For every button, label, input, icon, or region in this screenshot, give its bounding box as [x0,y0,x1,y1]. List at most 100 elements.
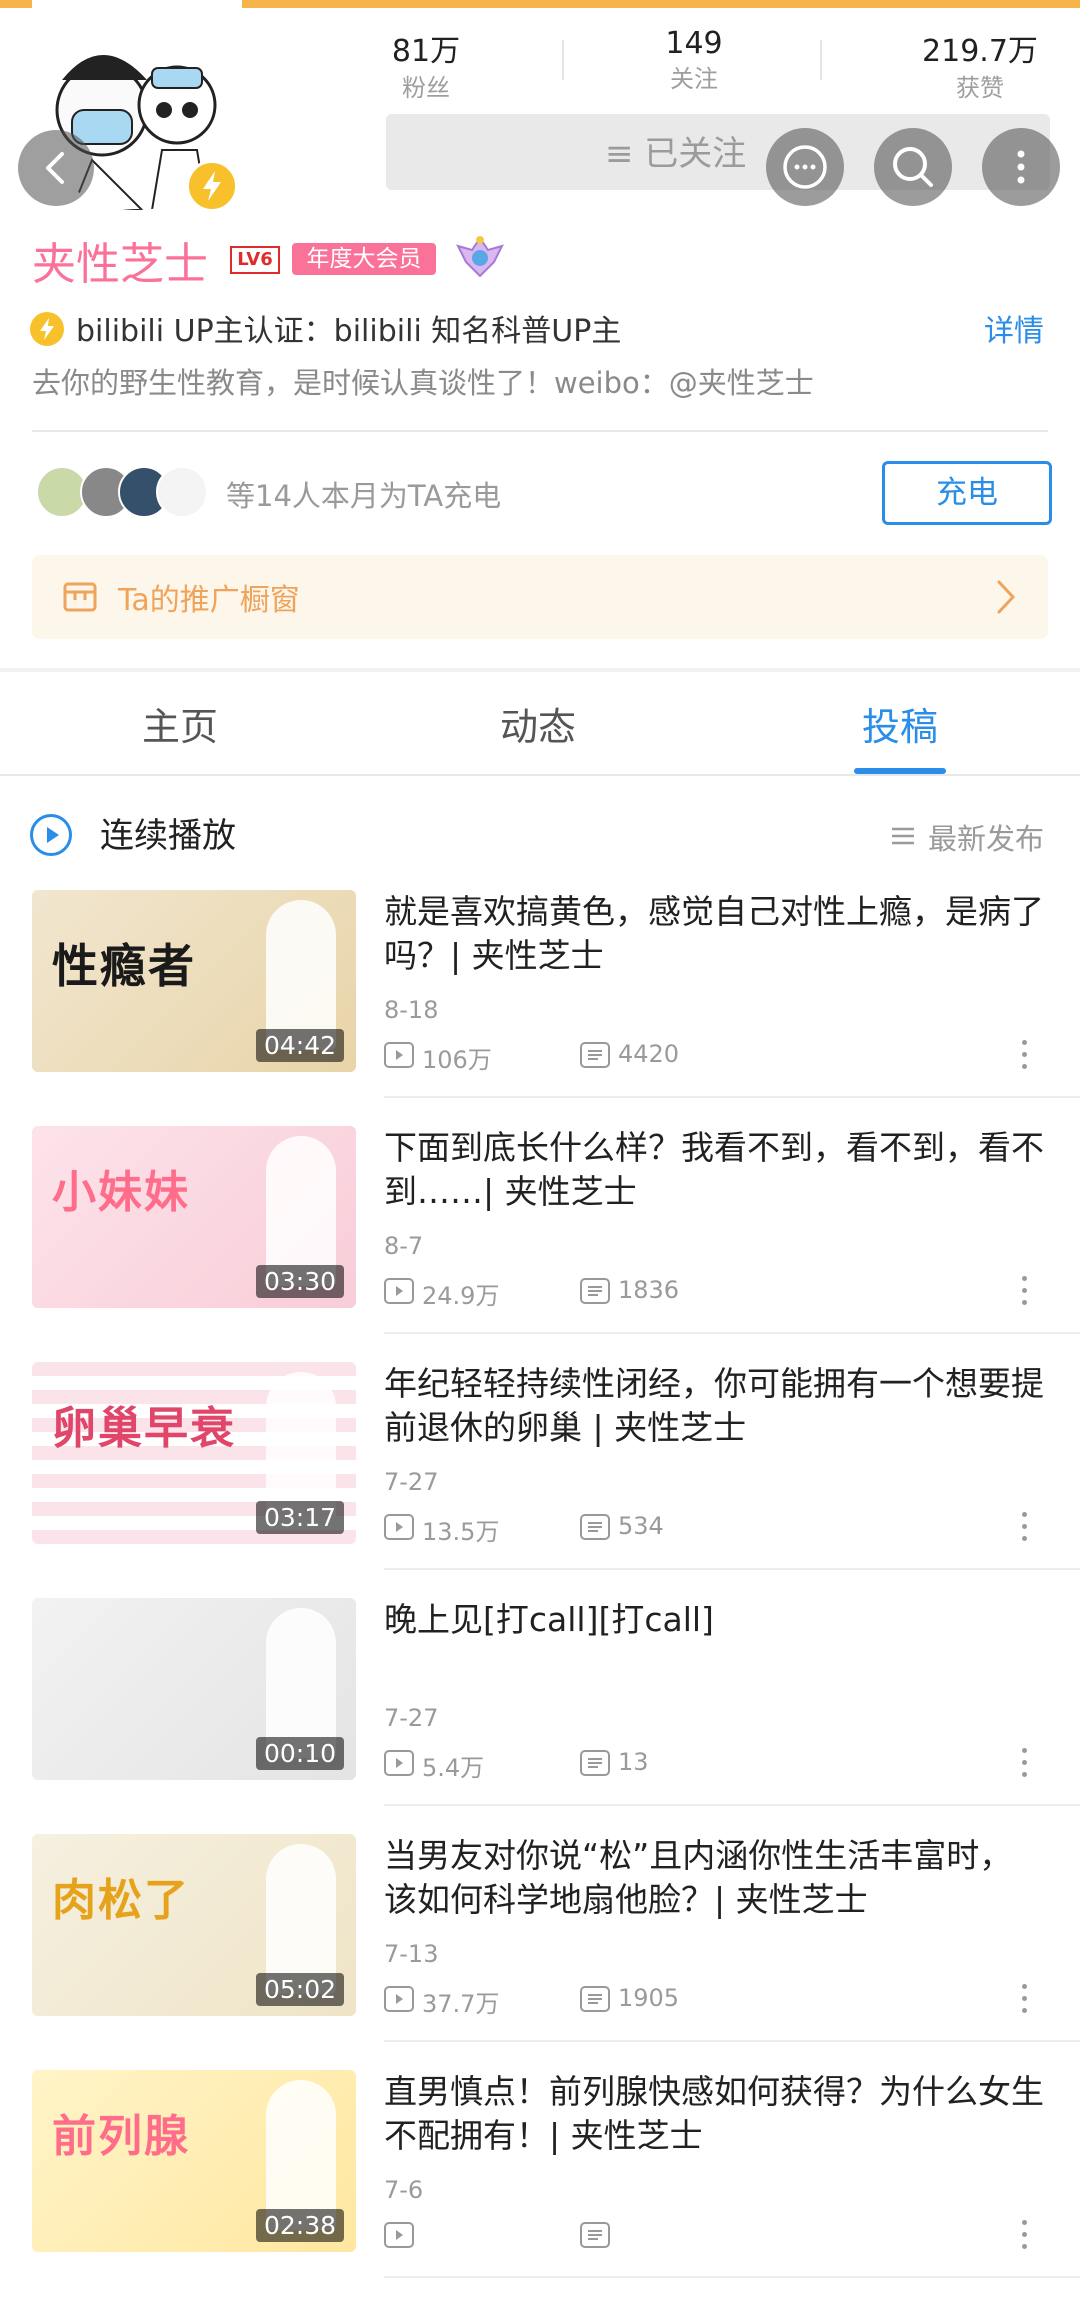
video-thumbnail[interactable]: 小妹妹 03:30 [32,1126,356,1308]
video-play-count: 5.4万 [422,1754,485,1782]
user-signature: 去你的野生性教育，是时候认真谈性了！weibo：@夹性芝士 [32,366,814,400]
video-more-icon[interactable] [1022,1984,1028,2018]
video-list-item[interactable]: 性瘾者 04:42 就是喜欢搞黄色，感觉自己对性上瘾，是病了吗？| 夹性芝士 8… [0,890,1080,1126]
more-button[interactable] [982,128,1060,206]
search-icon [893,147,933,187]
stat-following-label: 关注 [670,65,718,93]
stat-divider [562,40,564,80]
video-comment-count: 1905 [618,1984,680,2012]
comment-count-icon [580,2222,610,2248]
play-all-button[interactable]: 连续播放 [100,808,236,857]
video-play-count: 37.7万 [422,1990,500,2018]
stat-likes[interactable]: 219.7万 获赞 [880,26,1080,103]
stat-fans[interactable]: 81万 粉丝 [326,26,526,103]
tab-dynamics[interactable]: 动态 [500,696,576,751]
details-link[interactable]: 详情 [984,306,1044,350]
certification-text: bilibili UP主认证：bilibili 知名科普UP主 [76,314,622,349]
charge-button[interactable]: 充电 [882,461,1052,525]
comment-count-icon [580,1042,610,1068]
stat-following[interactable]: 149 关注 [594,26,794,94]
thumbnail-text: 卵巢早衰 [52,1403,236,1454]
video-date: 7-27 [384,1468,439,1496]
video-title[interactable]: 当男友对你说“松”且内涵你性生活丰富时，该如何科学地扇他脸？| 夹性芝士 [384,1834,1044,1922]
video-list-item[interactable]: 小妹妹 03:30 下面到底长什么样？我看不到，看不到，看不到……| 夹性芝士 … [0,1126,1080,1362]
row-divider [384,1568,1080,1570]
message-button[interactable] [766,128,844,206]
play-count-icon [384,1750,414,1776]
thumbnail-figure [266,1844,336,1994]
row-divider [384,2276,1080,2278]
video-list-item[interactable]: 肉松了 05:02 当男友对你说“松”且内涵你性生活丰富时，该如何科学地扇他脸？… [0,1834,1080,2070]
video-more-icon[interactable] [1022,1040,1028,1074]
sort-selector[interactable]: 最新发布 [928,816,1044,858]
video-date: 8-7 [384,1232,424,1260]
thumbnail-figure [266,2080,336,2230]
video-date: 7-13 [384,1940,439,1968]
sort-icon[interactable] [890,826,916,846]
thumbnail-figure [266,1136,336,1286]
video-more-icon[interactable] [1022,2220,1028,2254]
chat-icon [783,145,827,189]
video-thumbnail[interactable]: 前列腺 02:38 [32,2070,356,2252]
tab-uploads[interactable]: 投稿 [862,696,938,751]
video-title[interactable]: 晚上见[打call][打call] [384,1598,1044,1642]
thumbnail-text: 前列腺 [52,2111,190,2162]
play-count-icon [384,1986,414,2012]
charger-avatar[interactable] [156,466,208,518]
comment-count-icon [580,1986,610,2012]
video-title[interactable]: 直男慎点！前列腺快感如何获得？为什么女生不配拥有！| 夹性芝士 [384,2070,1044,2158]
video-list-item[interactable]: 前列腺 02:38 直男慎点！前列腺快感如何获得？为什么女生不配拥有！| 夹性芝… [0,2070,1080,2306]
row-divider [384,1096,1080,1098]
charge-count-text[interactable]: 等14人本月为TA充电 [226,473,501,515]
section-separator [0,668,1080,672]
video-date: 8-18 [384,996,439,1024]
video-duration: 03:30 [255,1265,344,1298]
back-button[interactable] [18,130,94,206]
comment-count-icon [580,1278,610,1304]
stat-fans-label: 粉丝 [402,74,450,102]
video-more-icon[interactable] [1022,1512,1028,1546]
video-comment-count: 13 [618,1748,649,1776]
video-comment-count: 534 [618,1512,664,1540]
video-more-icon[interactable] [1022,1276,1028,1310]
row-divider [384,1804,1080,1806]
video-thumbnail[interactable]: 卵巢早衰 03:17 [32,1362,356,1544]
chevron-right-icon [994,578,1018,616]
medal-icon[interactable] [452,228,508,284]
video-list-item[interactable]: 卵巢早衰 03:17 年纪轻轻持续性闭经，你可能拥有一个想要提前退休的卵巢 | … [0,1362,1080,1598]
video-date: 7-27 [384,1704,439,1732]
video-title[interactable]: 下面到底长什么样？我看不到，看不到，看不到……| 夹性芝士 [384,1126,1044,1214]
video-duration: 05:02 [255,1973,344,2006]
video-thumbnail[interactable]: 肉松了 05:02 [32,1834,356,2016]
video-comment-count: 1836 [618,1276,680,1304]
play-count-icon [384,1042,414,1068]
comment-count-icon [580,1514,610,1540]
stat-fans-value: 81万 [391,34,461,69]
follow-button-label: ≡ 已关注 [605,134,747,174]
video-date: 7-6 [384,2176,424,2204]
video-thumbnail[interactable]: 性瘾者 04:42 [32,890,356,1072]
video-title[interactable]: 就是喜欢搞黄色，感觉自己对性上瘾，是病了吗？| 夹性芝士 [384,890,1044,978]
video-title[interactable]: 年纪轻轻持续性闭经，你可能拥有一个想要提前退休的卵巢 | 夹性芝士 [384,1362,1044,1450]
video-thumbnail[interactable]: 00:10 [32,1598,356,1780]
level-badge: LV6 [230,246,280,274]
comment-count-icon [580,1750,610,1776]
divider [32,430,1048,432]
thumbnail-figure [266,1372,336,1522]
video-more-icon[interactable] [1022,1748,1028,1782]
video-duration: 02:38 [255,2209,344,2242]
shop-window-label: Ta的推广橱窗 [118,583,300,618]
row-divider [384,2040,1080,2042]
tab-home[interactable]: 主页 [142,696,218,751]
stat-likes-label: 获赞 [956,74,1004,102]
video-list-item[interactable]: 00:10 晚上见[打call][打call] 7-27 5.4万 13 [0,1598,1080,1834]
shop-icon [62,580,98,614]
video-comment-count: 4420 [618,1040,680,1068]
stat-likes-value: 219.7万 [922,34,1038,69]
video-duration: 03:17 [255,1501,344,1534]
video-play-count: 13.5万 [422,1518,500,1546]
thumbnail-figure [266,1608,336,1758]
play-all-icon[interactable] [30,814,72,856]
search-button[interactable] [874,128,952,206]
vip-badge[interactable]: 年度大会员 [292,243,436,275]
